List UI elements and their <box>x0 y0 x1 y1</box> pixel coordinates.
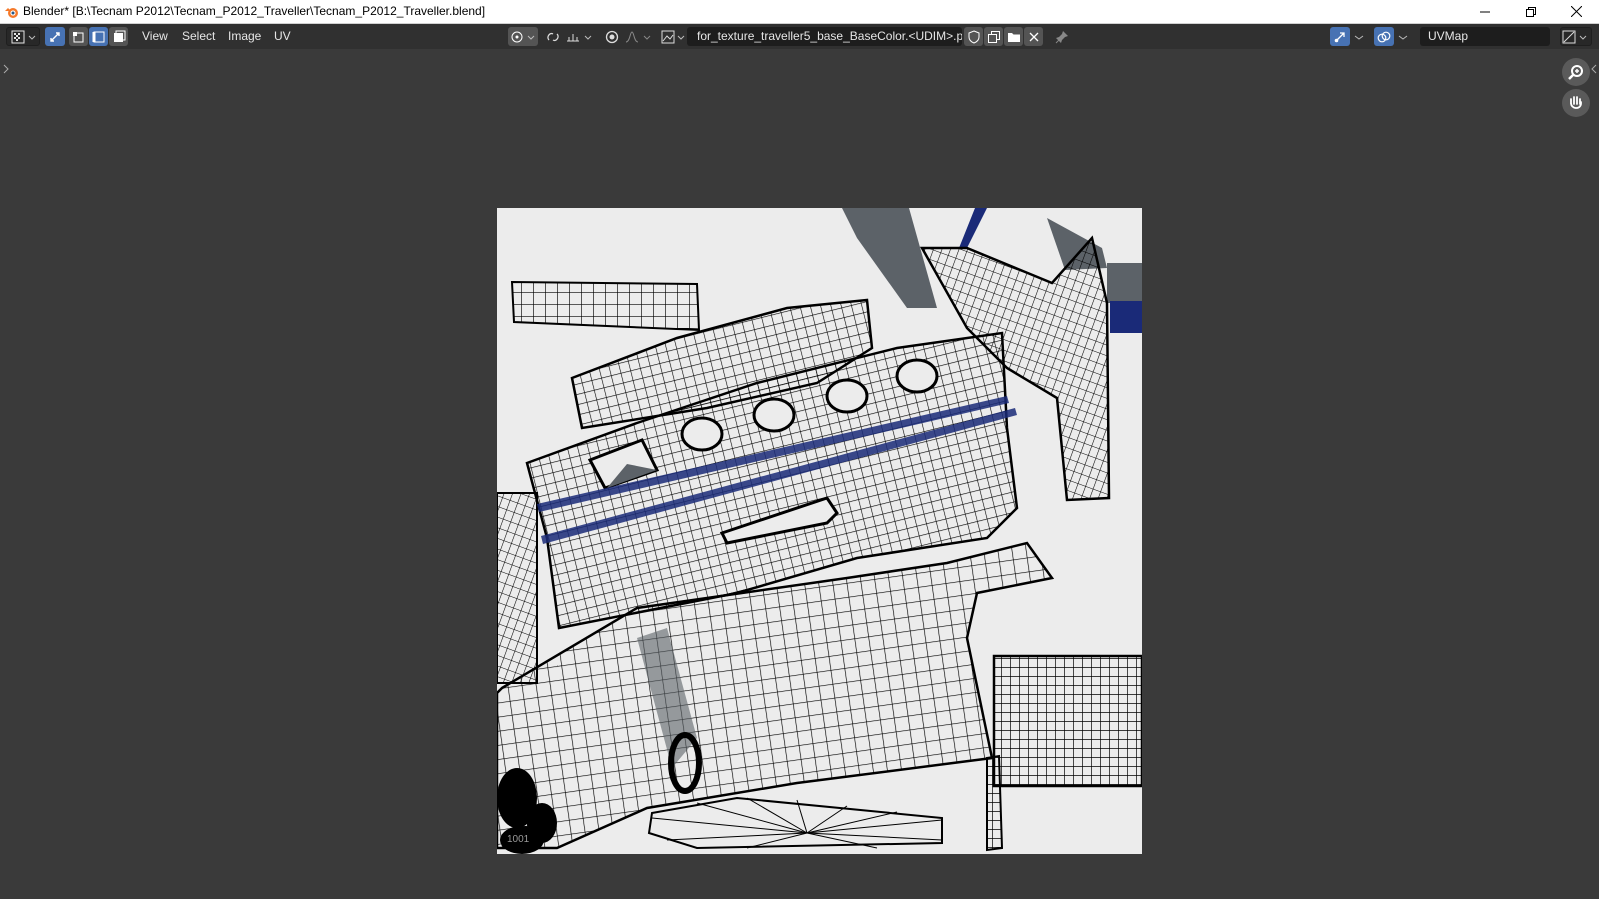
uv-island-grey-top <box>842 208 937 308</box>
uv-island-radial-fan <box>647 796 943 850</box>
gizmo-icon <box>1334 31 1345 42</box>
udim-tile-label: 1001 <box>507 834 530 845</box>
uv-window-hole-3 <box>825 378 869 414</box>
zoom-gizmo[interactable] <box>1562 58 1590 86</box>
sync-selection-button[interactable] <box>45 27 65 46</box>
overlays-icon <box>1377 31 1391 42</box>
fake-user-button[interactable] <box>964 27 983 46</box>
uv-map-field[interactable]: UVMap <box>1420 27 1550 46</box>
minimize-button[interactable] <box>1462 0 1508 23</box>
close-icon <box>1570 6 1582 17</box>
window-titlebar: Blender* [B:\Tecnam P2012\Tecnam_P2012_T… <box>0 0 1599 24</box>
window-title: Blender* [B:\Tecnam P2012\Tecnam_P2012_T… <box>23 4 486 18</box>
uv-island-grey-edge <box>1107 263 1142 303</box>
restore-icon <box>1526 6 1536 17</box>
falloff-button[interactable] <box>623 27 655 46</box>
uv-window-hole-4 <box>895 358 939 394</box>
shield-icon <box>968 29 979 44</box>
proportional-edit-icon <box>605 30 619 43</box>
face-select-button[interactable] <box>109 27 128 46</box>
hand-pan-icon <box>1570 96 1582 109</box>
edge-select-button[interactable] <box>89 27 108 46</box>
image-name-field[interactable]: for_texture_traveller5_base_BaseColor.<U… <box>687 27 962 46</box>
zoom-magnifier-icon <box>1568 65 1583 80</box>
uv-layout <box>497 208 1142 854</box>
folder-icon <box>1007 32 1020 42</box>
close-icon <box>1029 32 1038 41</box>
uv-editor-viewport[interactable]: 1001 <box>0 49 1599 899</box>
chevron-down-icon <box>1398 35 1408 40</box>
menu-view[interactable]: View <box>142 28 168 45</box>
overlays-menu-button[interactable] <box>1394 27 1412 46</box>
blender-logo-icon <box>5 8 18 18</box>
duplicate-icon <box>987 30 1000 43</box>
restore-button[interactable] <box>1508 0 1554 23</box>
uv-island-strip-top-left <box>510 280 701 332</box>
uv-texture-tile[interactable]: 1001 <box>497 208 1142 854</box>
browse-image-button[interactable] <box>660 27 687 46</box>
close-window-button[interactable] <box>1553 0 1599 23</box>
link-icon <box>547 32 559 41</box>
pivot-point-button[interactable] <box>508 27 538 46</box>
uv-editor-header: View Select Image UV for_texture_travell… <box>0 24 1599 49</box>
toolbar-expand-arrow-icon[interactable] <box>2 63 10 75</box>
minimize-icon <box>1480 11 1490 12</box>
face-select-icon <box>113 30 125 42</box>
uv-island-blue-strip <box>959 208 987 248</box>
snap-button[interactable] <box>564 27 596 46</box>
chevron-down-icon <box>1354 35 1364 40</box>
edge-select-icon <box>92 31 104 42</box>
menu-select[interactable]: Select <box>182 28 215 45</box>
curve-display-icon <box>1562 30 1587 43</box>
vertex-select-icon <box>72 31 83 42</box>
uv-island-square-right <box>992 654 1142 788</box>
overlays-toggle-button[interactable] <box>1374 27 1394 46</box>
uv-island-small-flap <box>986 754 1004 852</box>
pin-image-button[interactable] <box>1052 27 1071 46</box>
gizmo-toggle-button[interactable] <box>1330 27 1350 46</box>
uv-window-hole-1 <box>680 416 724 452</box>
pan-gizmo[interactable] <box>1562 89 1590 117</box>
unlink-image-button[interactable] <box>1024 27 1043 46</box>
snap-increment-icon <box>567 33 592 41</box>
uv-editor-type-icon <box>11 30 36 43</box>
menu-uv[interactable]: UV <box>274 28 291 45</box>
new-image-button[interactable] <box>984 27 1003 46</box>
falloff-curve-icon <box>625 30 651 42</box>
vertex-select-button[interactable] <box>69 27 88 46</box>
menu-image[interactable]: Image <box>228 28 261 45</box>
open-image-button[interactable] <box>1004 27 1023 46</box>
uv-island-strip-left <box>497 492 538 684</box>
proportional-edit-button[interactable] <box>603 27 621 46</box>
sidebar-expand-arrow-icon[interactable] <box>1590 63 1598 75</box>
gizmo-menu-button[interactable] <box>1350 27 1368 46</box>
sticky-selection-button[interactable] <box>544 27 562 46</box>
display-channels-button[interactable] <box>1560 27 1592 46</box>
image-browse-icon <box>661 30 684 43</box>
uv-island-blue-edge <box>1110 301 1142 333</box>
sync-arrows-icon <box>50 31 60 42</box>
editor-type-button[interactable] <box>6 27 40 46</box>
uv-window-hole-2 <box>752 397 796 433</box>
pin-icon <box>1055 30 1068 43</box>
pivot-icon <box>511 31 535 42</box>
